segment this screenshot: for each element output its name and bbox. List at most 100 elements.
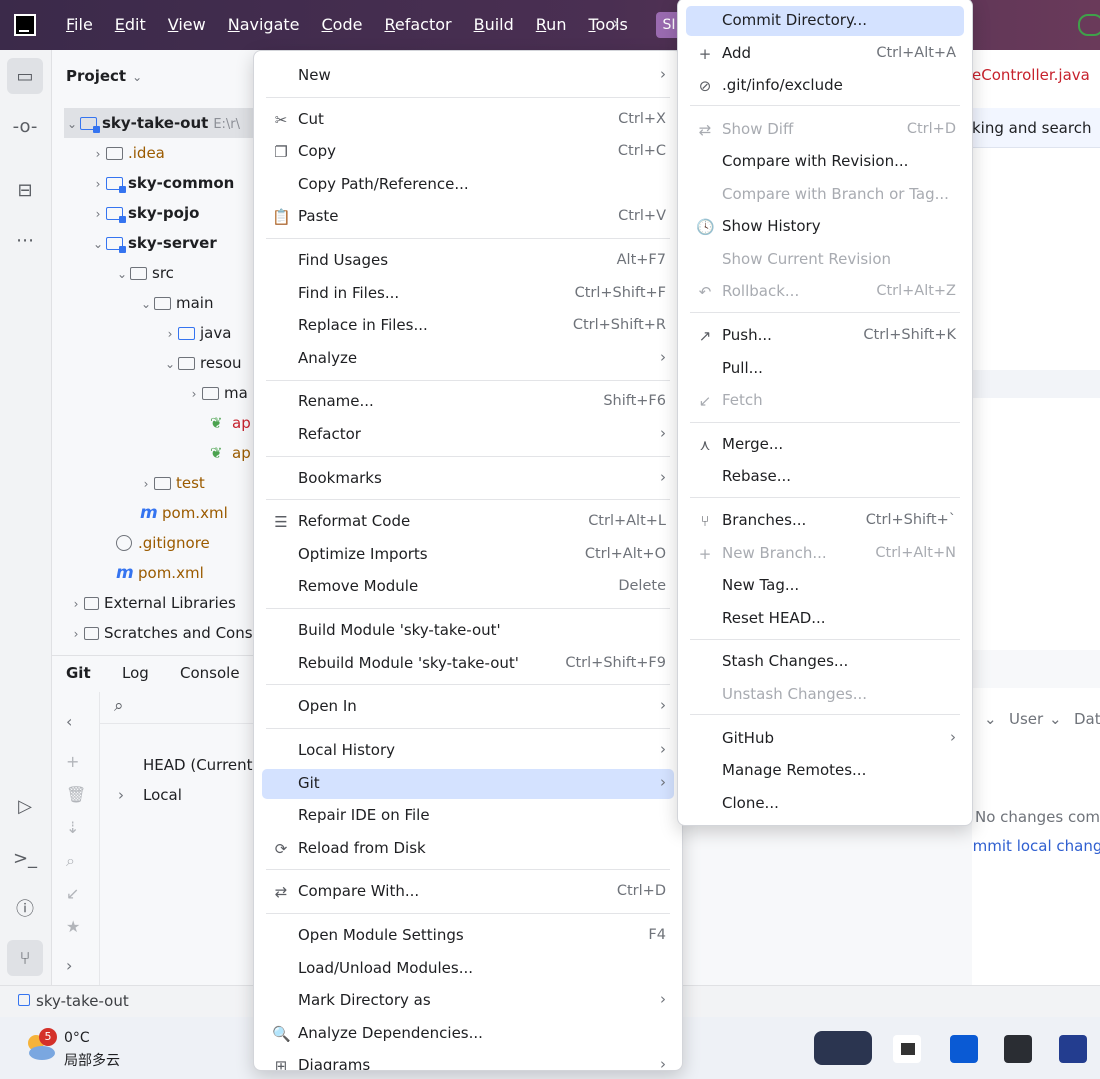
tree-row-sky-common[interactable]: › sky-common (90, 168, 234, 198)
menu-item-copy-path-reference[interactable]: Copy Path/Reference... (262, 170, 674, 200)
menu-item-new[interactable]: New › (262, 61, 674, 91)
menu-item-open-in[interactable]: Open In › (262, 692, 674, 722)
more-tools-icon[interactable]: ⋯ (7, 222, 43, 258)
tree-row-server-pom[interactable]: m pom.xml (140, 498, 228, 528)
menu-run[interactable]: Run (525, 0, 578, 50)
menu-item-git[interactable]: Git › (262, 769, 674, 799)
menu-item-mark-directory-as[interactable]: Mark Directory as › (262, 986, 674, 1016)
filter-user[interactable]: User (1009, 710, 1043, 728)
chevron-right-icon[interactable]: › (90, 139, 106, 169)
menu-edit[interactable]: Edit (104, 0, 157, 50)
menu-item-show-current-revision[interactable]: Show Current Revision (686, 245, 964, 275)
menu-item-show-history[interactable]: 🕓 Show History (686, 212, 964, 242)
menu-item-rebuild-module-sky-take-out[interactable]: Rebuild Module 'sky-take-out' Ctrl+Shift+… (262, 649, 674, 679)
menu-item-compare-with[interactable]: ⇄ Compare With... Ctrl+D (262, 877, 674, 907)
chevron-down-icon[interactable]: ⌄ (64, 109, 80, 139)
menu-item-unstash-changes[interactable]: Unstash Changes... (686, 680, 964, 710)
branch-head-current[interactable]: HEAD (Current (143, 756, 253, 774)
tree-row-idea[interactable]: › .idea (90, 138, 165, 168)
collapse-left-icon[interactable]: ‹ (66, 712, 72, 731)
tree-row-test[interactable]: › test (138, 468, 205, 498)
branch-local[interactable]: › Local (118, 786, 182, 804)
tab-log[interactable]: Log (122, 664, 149, 682)
menu-item-add[interactable]: + Add Ctrl+Alt+A (686, 39, 964, 69)
favorite-star-icon[interactable]: ★ (66, 917, 80, 936)
chevron-right-icon[interactable]: › (162, 319, 178, 349)
menu-item-compare-with-branch-or-tag[interactable]: Compare with Branch or Tag... (686, 180, 964, 210)
chevron-right-icon[interactable]: › (138, 469, 154, 499)
menu-item-stash-changes[interactable]: Stash Changes... (686, 647, 964, 677)
editor-tab[interactable]: eController.java (972, 66, 1090, 84)
devcpp-app-icon[interactable] (1059, 1035, 1087, 1063)
branch-search-field[interactable]: ⌕ (100, 692, 262, 724)
chevron-right-icon[interactable]: › (68, 589, 84, 619)
menu-view[interactable]: View (157, 0, 217, 50)
menu-item-analyze[interactable]: Analyze › (262, 344, 674, 374)
menu-item-commit-directory[interactable]: Commit Directory... (686, 6, 964, 36)
menu-item-pull[interactable]: Pull... (686, 354, 964, 384)
commit-local-changes-link[interactable]: Commit local change (972, 837, 1100, 855)
menu-item-optimize-imports[interactable]: Optimize Imports Ctrl+Alt+O (262, 540, 674, 570)
app-shield-icon[interactable] (950, 1035, 978, 1063)
menu-item-reset-head[interactable]: Reset HEAD... (686, 604, 964, 634)
menu-item-git-info-exclude[interactable]: ⊘ .git/info/exclude (686, 71, 964, 101)
tree-row-java[interactable]: › java (162, 318, 232, 349)
menu-navigate[interactable]: Navigate (217, 0, 311, 50)
menu-file[interactable]: File (55, 0, 104, 50)
chevron-right-icon[interactable]: › (90, 169, 106, 199)
terminal-tool-icon[interactable]: >_ (7, 840, 43, 876)
chevron-right-icon[interactable]: › (118, 786, 143, 804)
add-icon[interactable]: + (66, 752, 79, 771)
delete-icon[interactable]: 🗑 (66, 785, 86, 804)
tree-row-scratches[interactable]: › Scratches and Cons (68, 618, 253, 648)
tree-row-main[interactable]: ⌄ main (138, 288, 214, 319)
chevron-down-icon[interactable]: ⌄ (90, 229, 106, 259)
services-tool-icon[interactable]: ▷ (7, 788, 43, 824)
menu-item-bookmarks[interactable]: Bookmarks › (262, 464, 674, 494)
menu-item-paste[interactable]: 📋 Paste Ctrl+V (262, 202, 674, 232)
menu-item-rename[interactable]: Rename... Shift+F6 (262, 387, 674, 417)
menu-item-push[interactable]: ↗ Push... Ctrl+Shift+K (686, 321, 964, 351)
menu-item-fetch[interactable]: ↙ Fetch (686, 386, 964, 416)
tree-row-application-yml[interactable]: ❦ ap (210, 408, 251, 438)
menu-item-reload-from-disk[interactable]: ⟳ Reload from Disk (262, 834, 674, 864)
menu-item-replace-in-files[interactable]: Replace in Files... Ctrl+Shift+R (262, 311, 674, 341)
chevron-down-icon[interactable]: ⌄ (162, 349, 178, 379)
app-window-icon[interactable] (893, 1035, 921, 1063)
menu-item-rebase[interactable]: Rebase... (686, 462, 964, 492)
chevron-down-icon[interactable]: ⌄ (984, 710, 997, 728)
breadcrumb[interactable]: sky-take-out (18, 992, 129, 1010)
tree-row-resources[interactable]: ⌄ resou (162, 348, 242, 378)
menu-item-build-module-sky-take-out[interactable]: Build Module 'sky-take-out' (262, 616, 674, 646)
menu-item-find-usages[interactable]: Find Usages Alt+F7 (262, 246, 674, 276)
commit-tool-icon[interactable]: -o- (7, 108, 43, 144)
expand-right-icon[interactable]: › (66, 956, 72, 975)
tree-row-external-libraries[interactable]: › External Libraries (68, 588, 236, 618)
chevron-down-icon[interactable]: ⌄ (138, 289, 154, 319)
menu-item-new-branch[interactable]: + New Branch... Ctrl+Alt+N (686, 539, 964, 569)
project-tool-folder-icon[interactable]: ▭ (7, 58, 43, 94)
menu-item-branches[interactable]: ⑂ Branches... Ctrl+Shift+` (686, 506, 964, 536)
search-icon[interactable]: ⌕ (66, 851, 75, 871)
tree-row-src[interactable]: ⌄ src (114, 258, 174, 288)
menu-item-manage-remotes[interactable]: Manage Remotes... (686, 756, 964, 786)
fetch-icon[interactable]: ⇣ (66, 818, 79, 837)
git-tool-icon[interactable]: ⑂ (7, 940, 43, 976)
run-widget-icon[interactable] (1078, 14, 1100, 36)
menu-item-repair-ide-on-file[interactable]: Repair IDE on File (262, 801, 674, 831)
chevron-down-icon[interactable]: ⌄ (1049, 710, 1062, 728)
filter-date[interactable]: Dat (1074, 710, 1100, 728)
menu-item-open-module-settings[interactable]: Open Module Settings F4 (262, 921, 674, 951)
project-panel-title[interactable]: Project ⌄ (66, 67, 142, 85)
menu-item-analyze-dependencies[interactable]: 🔍 Analyze Dependencies... (262, 1019, 674, 1049)
tree-row-sky-take-out[interactable]: ⌄ sky-take-out E:\r\ (64, 108, 262, 138)
unity-app-icon[interactable] (1004, 1035, 1032, 1063)
chevron-right-icon[interactable]: › (90, 199, 106, 229)
tab-console[interactable]: Console (180, 664, 240, 682)
tree-row-sky-server[interactable]: ⌄ sky-server (90, 228, 217, 258)
menu-item-rollback[interactable]: ↶ Rollback... Ctrl+Alt+Z (686, 277, 964, 307)
chevron-down-icon[interactable]: ⌄ (114, 259, 130, 289)
menu-item-show-diff[interactable]: ⇄ Show Diff Ctrl+D (686, 115, 964, 145)
menu-build[interactable]: Build (463, 0, 525, 50)
menu-item-compare-with-revision[interactable]: Compare with Revision... (686, 147, 964, 177)
